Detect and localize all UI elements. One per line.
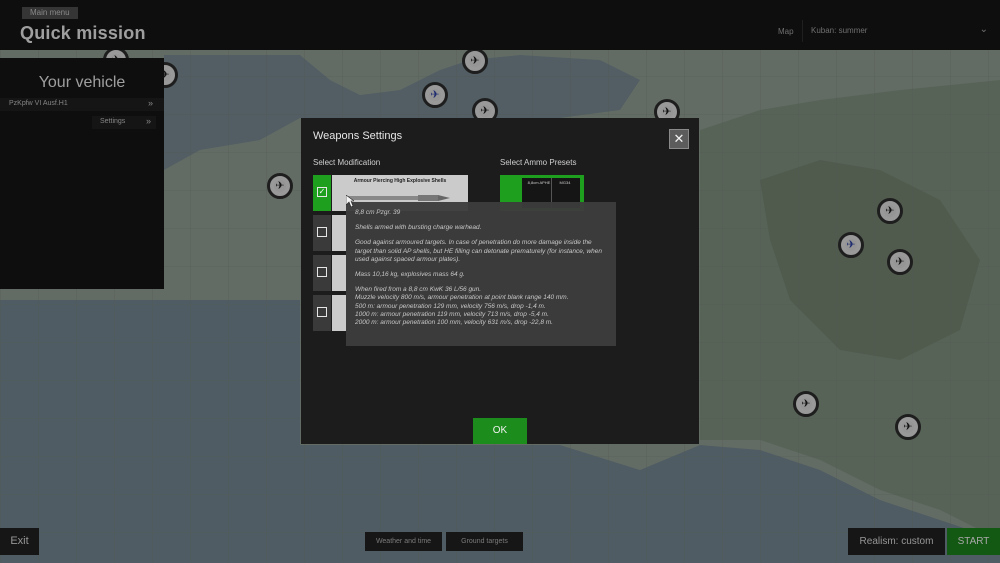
checkbox-icon <box>317 227 327 237</box>
modification-checkbox[interactable] <box>313 295 331 331</box>
ammo-presets-heading: Select Ammo Presets <box>500 158 577 167</box>
tooltip-range-2000: 2000 m: armour penetration 100 mm, veloc… <box>355 319 553 327</box>
shell-info-tooltip: 8,8 cm Pzgr. 39 Shells armed with bursti… <box>346 202 616 346</box>
tooltip-mass: Mass 10,16 kg, explosives mass 64 g. <box>355 271 465 279</box>
modification-heading: Select Modification <box>313 158 381 167</box>
check-icon: ✓ <box>317 187 327 197</box>
tooltip-range-500: 500 m: armour penetration 129 mm, veloci… <box>355 302 546 310</box>
close-button[interactable]: ✕ <box>669 129 689 149</box>
modification-card[interactable] <box>332 215 346 251</box>
ok-button[interactable]: OK <box>473 418 527 444</box>
tooltip-notes: Good against armoured targets. In case o… <box>355 239 603 263</box>
modification-checkbox[interactable] <box>313 255 331 291</box>
ammo-preset-primary: 8,8cm APHE <box>527 180 551 185</box>
tooltip-range-1000: 1000 m: armour penetration 119 mm, veloc… <box>355 310 549 318</box>
modification-checkbox[interactable] <box>313 215 331 251</box>
dialog-title: Weapons Settings <box>313 130 403 142</box>
close-icon: ✕ <box>673 131 685 146</box>
tooltip-description: Shells armed with bursting charge warhea… <box>355 224 482 232</box>
tooltip-gun: When fired from a 8,8 cm KwK 36 L/56 gun… <box>355 286 482 294</box>
modification-card[interactable] <box>332 295 346 331</box>
checkbox-icon <box>317 307 327 317</box>
mouse-cursor-icon <box>346 195 354 207</box>
tooltip-muzzle: Muzzle velocity 800 m/s, armour penetrat… <box>355 294 569 302</box>
modification-card[interactable] <box>332 255 346 291</box>
tooltip-shell-name: 8,8 cm Pzgr. 39 <box>355 209 401 216</box>
checkbox-icon <box>317 267 327 277</box>
modification-checkbox[interactable]: ✓ <box>313 175 331 211</box>
modification-title: Armour Piercing High Explosive Shells <box>353 178 447 184</box>
